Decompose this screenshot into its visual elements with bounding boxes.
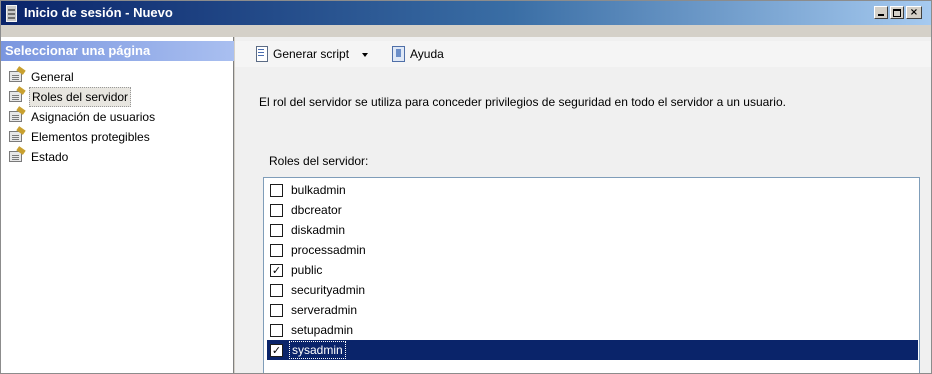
generate-script-button[interactable]: Generar script — [253, 45, 369, 63]
role-checkbox[interactable] — [270, 324, 283, 337]
role-name: sysadmin — [289, 341, 346, 359]
page-icon — [9, 71, 22, 82]
role-row-dbcreator[interactable]: dbcreator — [267, 200, 918, 220]
page-description: El rol del servidor se utiliza para conc… — [259, 95, 786, 109]
page-item-label: Elementos protegibles — [31, 130, 150, 144]
window-title: Inicio de sesión - Nuevo — [24, 5, 173, 20]
page-icon — [9, 151, 22, 162]
toolbar: Generar script Ayuda — [235, 41, 931, 67]
window-icon — [6, 5, 17, 22]
role-name: serveradmin — [291, 303, 358, 317]
role-checkbox[interactable]: ✓ — [270, 344, 283, 357]
role-checkbox[interactable] — [270, 304, 283, 317]
role-row-sysadmin[interactable]: ✓ sysadmin — [267, 340, 918, 360]
page-item-label: General — [31, 70, 74, 84]
role-name: processadmin — [291, 243, 366, 257]
page-selector-header: Seleccionar una página — [1, 41, 234, 61]
page-item-status[interactable]: Estado — [7, 147, 157, 167]
page-item-server-roles[interactable]: Roles del servidor — [7, 87, 157, 107]
server-roles-list[interactable]: bulkadmin dbcreator diskadmin processadm… — [263, 177, 920, 373]
title-bar[interactable]: Inicio de sesión - Nuevo × — [1, 1, 931, 25]
role-row-public[interactable]: ✓ public — [267, 260, 918, 280]
page-item-general[interactable]: General — [7, 67, 157, 87]
page-icon — [9, 131, 22, 142]
role-checkbox[interactable] — [270, 204, 283, 217]
role-row-setupadmin[interactable]: setupadmin — [267, 320, 918, 340]
role-checkbox[interactable] — [270, 244, 283, 257]
role-name: setupadmin — [291, 323, 354, 337]
page-icon — [9, 91, 22, 102]
roles-label: Roles del servidor: — [269, 154, 369, 168]
role-row-serveradmin[interactable]: serveradmin — [267, 300, 918, 320]
help-label: Ayuda — [410, 47, 444, 61]
role-row-processadmin[interactable]: processadmin — [267, 240, 918, 260]
role-name: public — [291, 263, 323, 277]
role-name: diskadmin — [291, 223, 346, 237]
page-item-label: Asignación de usuarios — [31, 110, 156, 124]
role-checkbox[interactable] — [270, 284, 283, 297]
page-item-user-mapping[interactable]: Asignación de usuarios — [7, 107, 157, 127]
role-name: bulkadmin — [291, 183, 346, 197]
role-checkbox[interactable]: ✓ — [270, 264, 283, 277]
script-icon — [253, 46, 269, 62]
page-item-label: Roles del servidor — [29, 87, 132, 107]
page-item-securables[interactable]: Elementos protegibles — [7, 127, 157, 147]
role-row-bulkadmin[interactable]: bulkadmin — [267, 180, 918, 200]
role-name: securityadmin — [291, 283, 366, 297]
role-row-securityadmin[interactable]: securityadmin — [267, 280, 918, 300]
help-button[interactable]: Ayuda — [390, 45, 444, 63]
chevron-down-icon[interactable] — [362, 52, 369, 57]
close-button[interactable]: × — [906, 6, 922, 19]
generate-script-label: Generar script — [273, 47, 350, 61]
role-checkbox[interactable] — [270, 224, 283, 237]
role-name: dbcreator — [291, 203, 342, 217]
role-row-diskadmin[interactable]: diskadmin — [267, 220, 918, 240]
page-item-label: Estado — [31, 150, 69, 164]
page-icon — [9, 111, 22, 122]
minimize-button[interactable] — [874, 6, 888, 19]
help-icon — [390, 46, 406, 62]
role-checkbox[interactable] — [270, 184, 283, 197]
login-properties-window: Inicio de sesión - Nuevo × Seleccionar u… — [0, 0, 932, 374]
maximize-button[interactable] — [890, 6, 904, 19]
page-list: General Roles del servidor Asignación de… — [7, 67, 157, 167]
